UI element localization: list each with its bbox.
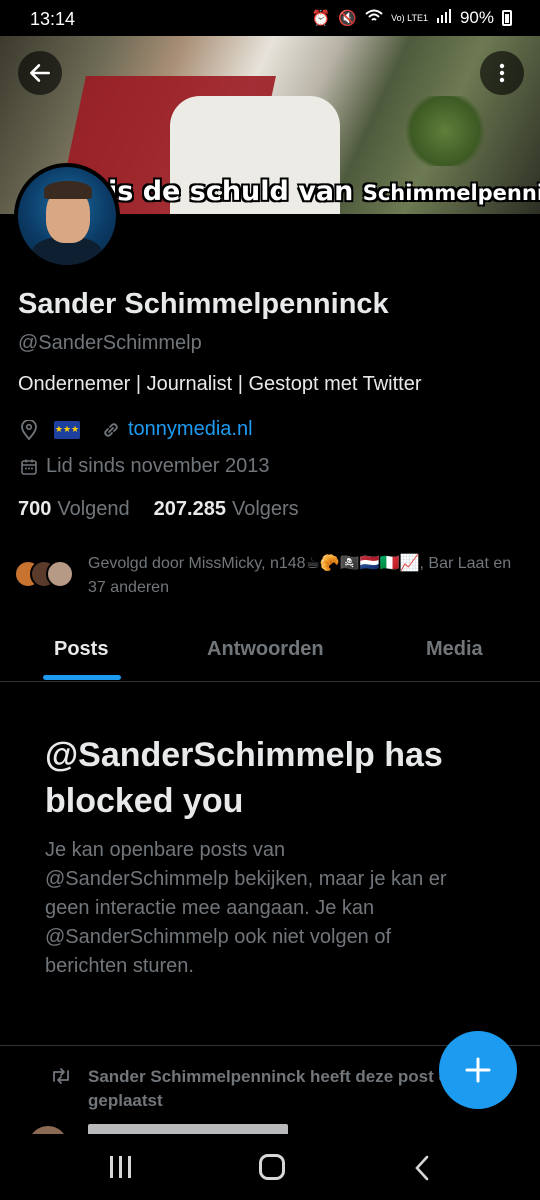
profile-tabs: Posts Antwoorden Media xyxy=(0,620,540,682)
more-options-button[interactable] xyxy=(480,51,524,95)
compose-button[interactable] xyxy=(439,1031,517,1109)
alarm-icon: ⏰ xyxy=(311,10,331,27)
profile-bio: Ondernemer | Journalist | Gestopt met Tw… xyxy=(18,373,422,395)
signal-icon xyxy=(436,9,452,27)
status-time: 13:14 xyxy=(30,9,76,29)
system-back-button[interactable] xyxy=(412,1154,432,1187)
follower-avatars xyxy=(14,560,74,600)
follow-stats: 700 Volgend 207.285 Volgers xyxy=(18,498,299,521)
recents-button[interactable] xyxy=(110,1156,131,1178)
location-icon xyxy=(18,419,40,441)
status-bar: 13:14 ⏰ 🔇 Vo) LTE1 90% xyxy=(0,0,540,36)
back-arrow-icon xyxy=(30,64,50,82)
battery-icon xyxy=(502,10,512,26)
back-button[interactable] xyxy=(18,51,62,95)
profile-name: Sander Schimmelpenninck xyxy=(18,288,389,320)
chevron-left-icon xyxy=(415,1155,429,1181)
tab-posts[interactable]: Posts xyxy=(54,638,108,661)
calendar-icon xyxy=(18,456,40,478)
eu-flag-icon: ★★★ xyxy=(54,420,80,439)
wifi-icon xyxy=(365,9,383,27)
joined-date: Lid sinds november 2013 xyxy=(46,455,270,477)
mute-icon: 🔇 xyxy=(338,10,358,27)
followed-by[interactable]: Gevolgd door MissMicky, n148☕🥐🏴‍☠️🇳🇱🇮🇹📈,… xyxy=(14,552,524,600)
following-stat[interactable]: 700 Volgend xyxy=(18,498,130,521)
system-nav-bar xyxy=(0,1134,540,1200)
profile-meta-location: ★★★ tonnymedia.nl xyxy=(18,418,253,441)
tab-antwoorden[interactable]: Antwoorden xyxy=(207,638,324,661)
avatar[interactable] xyxy=(14,163,120,269)
website-link[interactable]: tonnymedia.nl xyxy=(128,418,253,441)
more-vertical-icon xyxy=(499,63,505,83)
status-icons: ⏰ 🔇 Vo) LTE1 90% xyxy=(312,8,512,28)
home-button[interactable] xyxy=(259,1154,285,1180)
banner-caption: is de schuld van Schimmelpenninck xyxy=(108,176,540,207)
active-tab-indicator xyxy=(43,675,121,680)
link-icon xyxy=(100,419,122,441)
network-label: Vo) LTE1 xyxy=(391,12,428,23)
followers-stat[interactable]: 207.285 Volgers xyxy=(154,498,299,521)
battery-percent: 90% xyxy=(459,8,494,27)
repost-icon xyxy=(50,1067,80,1113)
blocked-title: @SanderSchimmelp has blocked you xyxy=(45,736,443,820)
followed-by-text: Gevolgd door MissMicky, n148☕🥐🏴‍☠️🇳🇱🇮🇹📈,… xyxy=(88,555,512,596)
plus-icon xyxy=(465,1057,491,1083)
profile-meta-joined: Lid sinds november 2013 xyxy=(18,455,269,478)
tab-media[interactable]: Media xyxy=(426,638,483,661)
blocked-body: Je kan openbare posts van @SanderSchimme… xyxy=(45,839,447,977)
profile-handle: @SanderSchimmelp xyxy=(18,332,202,354)
